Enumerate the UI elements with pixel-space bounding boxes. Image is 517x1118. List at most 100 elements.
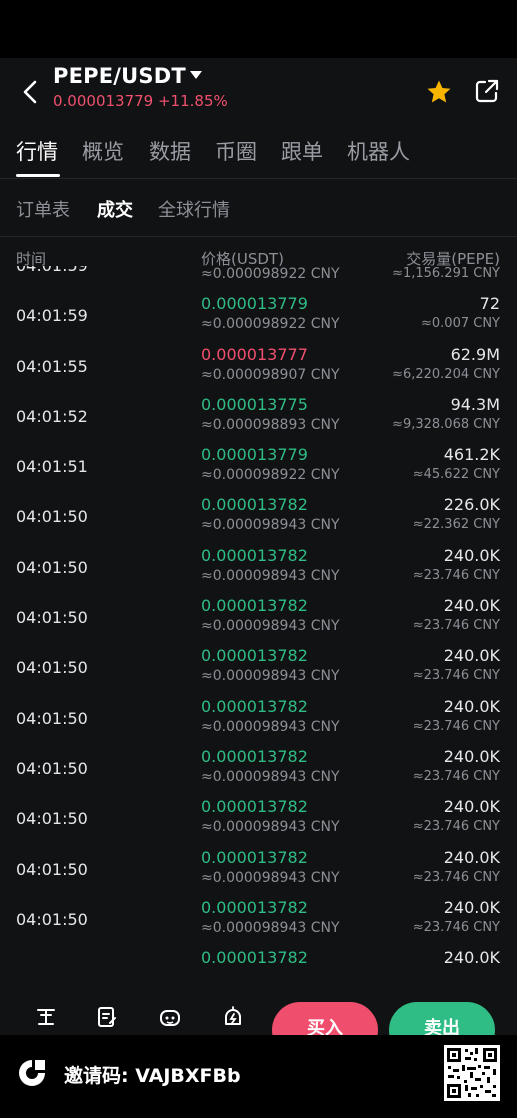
back-icon[interactable] [18,78,44,106]
trade-price-cny: ≈0.000098943 CNY [201,517,340,534]
trade-price: 0.000013782 [201,847,308,867]
subtab-global-market[interactable]: 全球行情 [158,196,230,222]
trade-volume: 240.0K [443,696,500,716]
share-icon[interactable] [474,78,500,104]
trade-price-cny: ≈0.000098943 CNY [201,718,340,735]
trade-row: 04:01:590.000013779≈0.000098922 CNY11.7M… [0,266,517,292]
buy-button-label: 买入 [307,1018,343,1035]
trade-volume: 240.0K [443,746,500,766]
trade-time: 04:01:50 [16,909,88,929]
trade-price-cny: ≈0.000098922 CNY [201,316,340,333]
trade-price: 0.000013782 [201,495,308,515]
sell-button-label: 卖出 [424,1018,460,1035]
trade-row: 04:01:50 0.000013782 ≈0.000098943 CNY 226.0… [0,493,517,543]
trade-time: 04:01:50 [16,658,88,678]
main-tabs: 行情 概览 数据 币圈 跟单 机器人 [0,130,517,179]
trade-price-cny: ≈0.000098943 CNY [201,869,340,886]
star-icon[interactable] [425,78,453,106]
subtab-order-book[interactable]: 订单表 [16,196,70,222]
trade-volume-cny: ≈45.622 CNY [412,467,500,483]
tab-market[interactable]: 行情 [16,136,58,166]
trade-price: 0.000013782 [201,746,308,766]
trade-price: 0.000013779 [201,294,308,314]
trade-row: 04:01:50 0.000013782 ≈0.000098943 CNY 240.0… [0,544,517,594]
subtab-trades[interactable]: 成交 [97,196,133,222]
trade-volume-cny: ≈22.362 CNY [412,517,500,533]
buy-button[interactable]: 买入 [272,1002,378,1035]
status-bar [0,0,517,58]
trade-volume: 240.0K [443,948,500,968]
trade-volume-cny: ≈0.007 CNY [421,316,500,332]
caret-down-icon[interactable] [187,66,205,84]
trade-volume: 240.0K [443,596,500,616]
trade-time: 04:01:50 [16,859,88,879]
trade-price-cny: ≈0.000098943 CNY [201,819,340,836]
trade-row: 04:01:55 0.000013777 ≈0.000098907 CNY 62.9M… [0,343,517,393]
trade-time: 04:01:50 [16,557,88,577]
trade-price-cny: ≈0.000098943 CNY [201,768,340,785]
trade-price-cny: ≈0.000098943 CNY [201,567,340,584]
tab-bots[interactable]: 机器人 [347,136,410,166]
trade-volume: 72 [479,294,500,314]
trade-volume-cny: ≈23.746 CNY [412,768,500,784]
bot-icon[interactable] [159,1006,181,1028]
qr-code-icon [444,1045,500,1101]
trade-price: 0.000013779 [201,445,308,465]
header: PEPE/USDT 0.000013779 +11.85% [0,58,517,130]
trade-price-cny: ≈0.000098943 CNY [201,919,340,936]
trade-row: 04:01:52 0.000013775 ≈0.000098893 CNY 94.3M… [0,393,517,443]
active-tab-indicator [16,174,60,177]
trade-icon[interactable] [35,1006,57,1028]
trade-price-cny: ≈0.000098943 CNY [201,618,340,635]
trade-price: 0.000013775 [201,394,308,414]
trade-volume-cny: ≈6,220.204 CNY [392,366,500,382]
trade-price-cny: ≈0.000098922 CNY [201,467,340,484]
bottom-action-bar: 买入 卖出 [0,990,517,1035]
pair-title[interactable]: PEPE/USDT [53,64,186,88]
trade-volume-cny: ≈23.746 CNY [412,869,500,885]
trade-row: 0.000013782 240.0K [0,946,517,990]
trade-row: 04:01:50 0.000013782 ≈0.000098943 CNY 240.0… [0,695,517,745]
trade-row: 04:01:50 0.000013782 ≈0.000098943 CNY 240.0… [0,745,517,795]
trade-price: 0.000013782 [201,596,308,616]
notes-icon[interactable] [96,1006,118,1028]
tab-community[interactable]: 币圈 [215,136,257,166]
tab-overview[interactable]: 概览 [82,136,124,166]
app-screen: PEPE/USDT 0.000013779 +11.85% 行情 概览 数据 币… [0,0,517,1118]
trade-time: 04:01:50 [16,507,88,527]
trade-volume-cny: ≈23.746 CNY [412,668,500,684]
trade-price-cny: ≈0.000098943 CNY [201,668,340,685]
trade-volume-cny: ≈9,328.068 CNY [392,416,500,432]
trade-volume-cny: ≈23.746 CNY [412,718,500,734]
trade-time: 04:01:50 [16,708,88,728]
trade-list[interactable]: 04:01:590.000013779≈0.000098922 CNY11.7M… [0,266,517,990]
trade-time: 04:01:51 [16,457,88,477]
trade-row: 04:01:50 0.000013782 ≈0.000098943 CNY 240.0… [0,896,517,946]
trade-time: 04:01:50 [16,608,88,628]
trade-price: 0.000013782 [201,897,308,917]
trade-row: 04:01:50 0.000013782 ≈0.000098943 CNY 240.0… [0,846,517,896]
tab-data[interactable]: 数据 [149,136,191,166]
trade-volume-cny: ≈23.746 CNY [412,919,500,935]
invite-footer: 邀请码: VAJBXFBb [0,1035,517,1118]
trade-time: 04:01:50 [16,758,88,778]
trade-volume-cny: ≈23.746 CNY [412,567,500,583]
trade-volume: 240.0K [443,847,500,867]
trade-row: 04:01:50 0.000013782 ≈0.000098943 CNY 240.0… [0,594,517,644]
trade-row: 04:01:50 0.000013782 ≈0.000098943 CNY 240.0… [0,795,517,845]
sell-button[interactable]: 卖出 [389,1002,495,1035]
sub-tabs: 订单表 成交 全球行情 [0,178,517,237]
trade-volume-cny: ≈23.746 CNY [412,819,500,835]
price-alert-icon[interactable] [222,1006,244,1028]
tab-copy-trading[interactable]: 跟单 [281,136,323,166]
trade-price-cny: ≈0.000098922 CNY [201,266,340,282]
trade-volume: 226.0K [443,495,500,515]
invite-code: 邀请码: VAJBXFBb [64,1065,241,1087]
trade-row: 04:01:59 0.000013779 ≈0.000098922 CNY 72 ≈0.… [0,292,517,342]
trade-volume: 240.0K [443,897,500,917]
trade-price: 0.000013782 [201,696,308,716]
trade-volume: 240.0K [443,545,500,565]
trade-price-cny: ≈0.000098907 CNY [201,366,340,383]
trade-rows: 04:01:590.000013779≈0.000098922 CNY11.7M… [0,266,517,990]
trade-time: 04:01:50 [16,809,88,829]
